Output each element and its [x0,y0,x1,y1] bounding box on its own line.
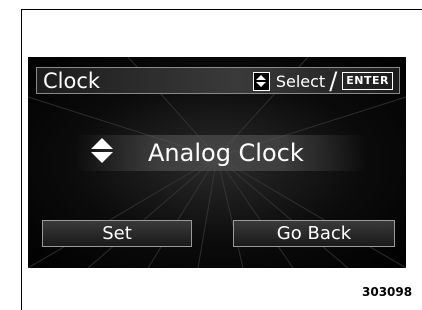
up-down-arrows-icon[interactable] [91,138,113,168]
figure-code: 303098 [362,285,413,299]
select-label: Select [275,71,326,91]
go-back-button[interactable]: Go Back [233,220,395,247]
header-bar: Clock Select / ENTER [36,67,400,94]
frame-top-line [21,9,422,10]
set-button[interactable]: Set [42,220,192,247]
clock-type-selector[interactable]: Analog Clock [76,135,366,171]
display-screen: Clock Select / ENTER Analog Clock Set Go… [28,57,406,268]
frame-left-line [21,9,22,310]
separator-slash: / [329,67,338,95]
page-title: Clock [43,69,101,93]
enter-key-label: ENTER [342,72,393,90]
clock-type-value: Analog Clock [148,139,304,167]
select-enter-hint: Select / ENTER [252,67,393,95]
up-down-arrows-icon [252,71,270,91]
